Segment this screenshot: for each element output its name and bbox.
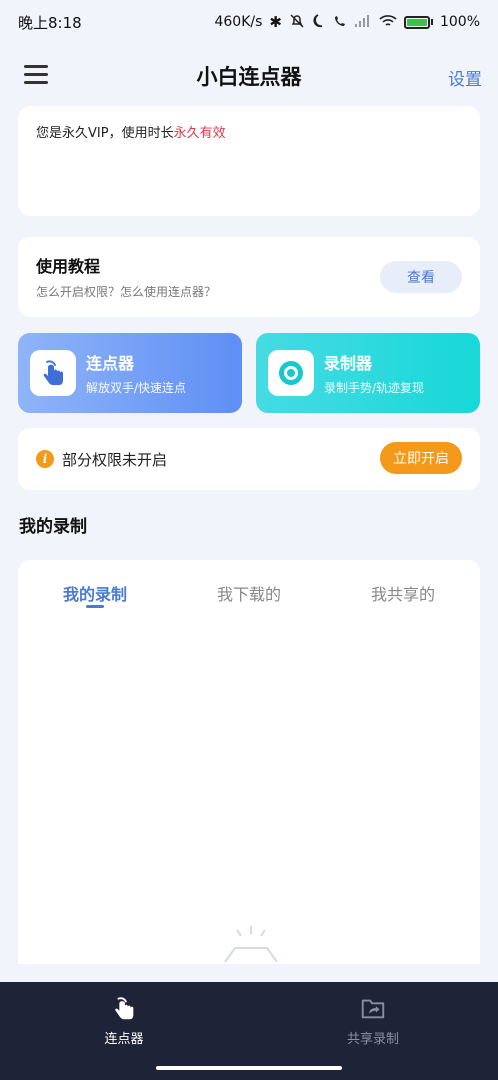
- info-icon: i: [36, 450, 54, 468]
- vip-card: 您是永久VIP，使用时长永久有效: [18, 106, 480, 216]
- permission-card: i 部分权限未开启 立即开启: [18, 428, 480, 490]
- tab-my-shared[interactable]: 我共享的: [326, 575, 480, 605]
- page-title: 小白连点器: [196, 65, 302, 89]
- menu-icon[interactable]: [24, 65, 48, 85]
- battery-icon: [403, 15, 433, 29]
- clicker-feature-title: 连点器: [86, 354, 135, 373]
- nav-item-shared-recordings[interactable]: 共享录制: [313, 994, 433, 1047]
- recordings-tabs: 我的录制 我下载的 我共享的: [18, 560, 480, 620]
- enable-permission-button[interactable]: 立即开启: [380, 442, 462, 474]
- tab-my-recordings[interactable]: 我的录制: [18, 575, 172, 608]
- tap-hand-icon: [115, 997, 134, 1020]
- nav-item-clicker[interactable]: 连点器: [64, 994, 184, 1047]
- status-bar: 晚上8:18 460K/s ✱ 100%: [0, 0, 498, 44]
- network-speed: 460K/s: [214, 14, 263, 30]
- tab-label: 我下载的: [216, 585, 281, 604]
- vip-duration: 永久有效: [173, 126, 226, 141]
- record-icon: [268, 350, 314, 396]
- recorder-feature-card[interactable]: 录制器 录制手势/轨迹复现: [256, 333, 480, 413]
- signal-icon: [354, 14, 372, 31]
- call-icon: [333, 14, 347, 31]
- recordings-card: 我的录制 我下载的 我共享的: [18, 560, 480, 964]
- moon-icon: [312, 13, 326, 31]
- view-tutorial-button[interactable]: 查看: [380, 261, 462, 293]
- wifi-icon: [379, 14, 397, 31]
- tab-label: 我的录制: [62, 585, 127, 604]
- bluetooth-icon: ✱: [269, 12, 282, 31]
- recorder-feature-subtitle: 录制手势/轨迹复现: [324, 381, 425, 395]
- home-indicator[interactable]: [156, 1066, 342, 1070]
- app-header: 小白连点器 设置: [0, 52, 498, 100]
- clicker-feature-subtitle: 解放双手/快速连点: [86, 381, 187, 395]
- tab-label: 我共享的: [370, 585, 435, 604]
- status-time: 晚上8:18: [18, 13, 82, 32]
- permission-warning-text: 部分权限未开启: [62, 450, 168, 469]
- nav-label: 共享录制: [346, 1032, 399, 1047]
- tutorial-card: 使用教程 怎么开启权限？怎么使用连点器？ 查看: [18, 237, 480, 317]
- settings-link[interactable]: 设置: [448, 65, 482, 90]
- nav-label: 连点器: [104, 1032, 144, 1047]
- tap-hand-icon: [30, 350, 76, 396]
- mute-icon: [289, 13, 305, 32]
- clicker-feature-card[interactable]: 连点器 解放双手/快速连点: [18, 333, 242, 413]
- status-icons: 460K/s ✱ 100%: [214, 13, 480, 32]
- vip-status-text: 您是永久VIP，使用时长: [36, 126, 174, 141]
- recorder-feature-title: 录制器: [324, 354, 373, 373]
- active-tab-indicator: [86, 605, 104, 608]
- battery-level: 100%: [439, 14, 480, 30]
- my-recordings-heading: 我的录制: [19, 517, 87, 537]
- share-folder-icon: [361, 999, 385, 1019]
- empty-state-illustration: [224, 926, 278, 963]
- tab-my-downloads[interactable]: 我下载的: [172, 575, 326, 605]
